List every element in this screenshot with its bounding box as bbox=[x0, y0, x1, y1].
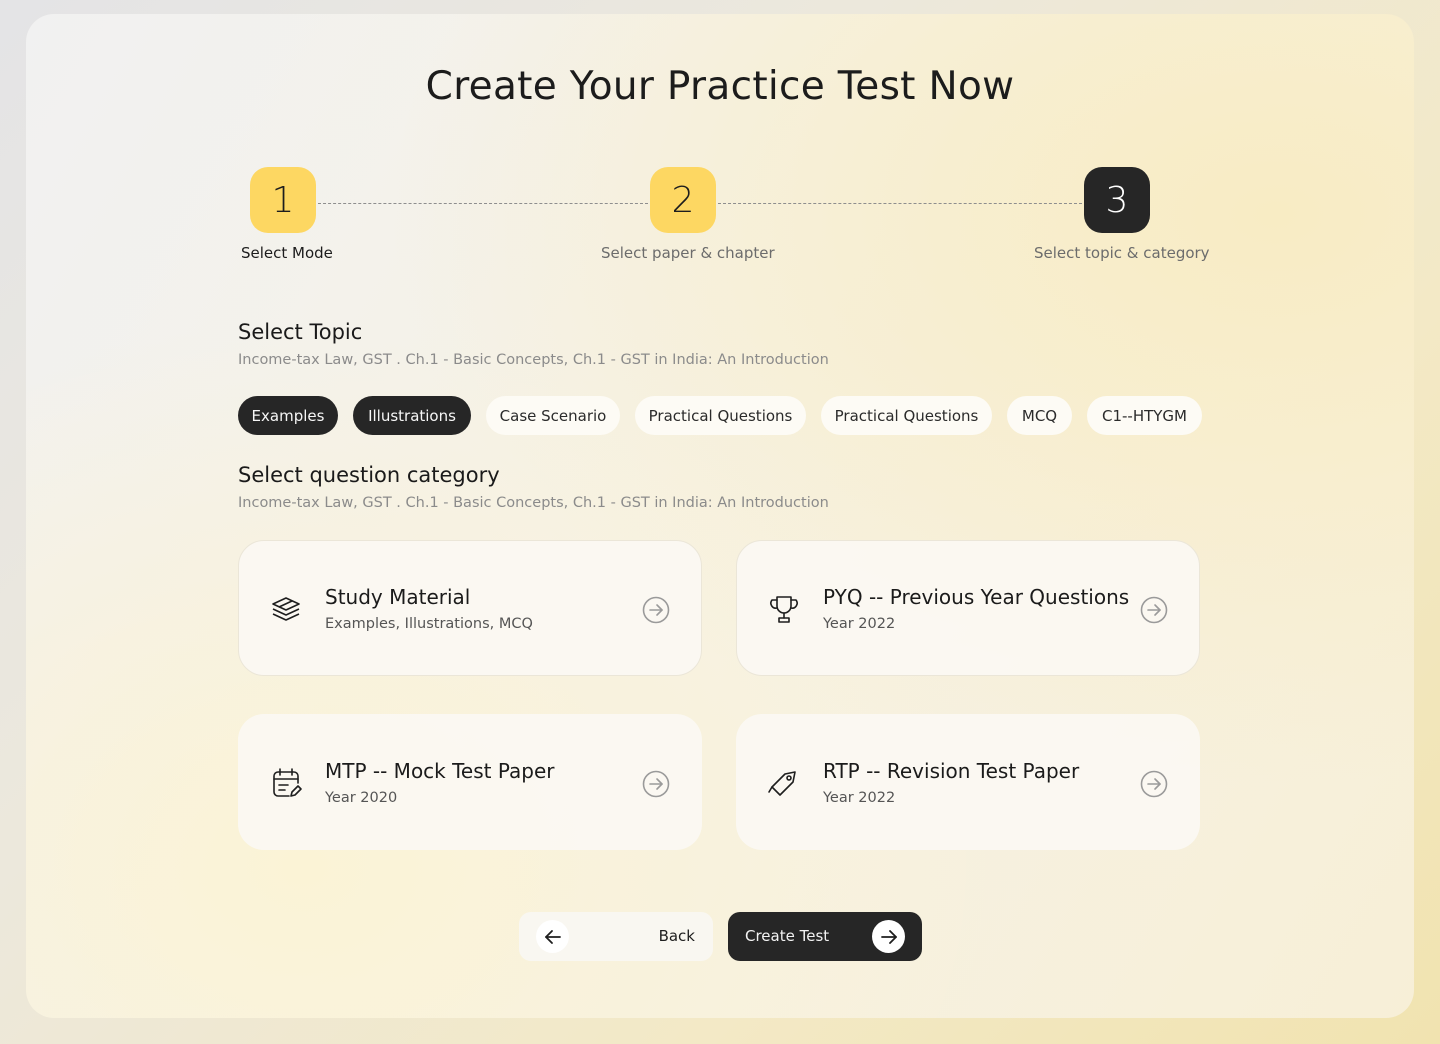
category-section-subtitle: Income-tax Law, GST . Ch.1 - Basic Conce… bbox=[238, 495, 829, 511]
step-1-badge[interactable]: 1 bbox=[250, 167, 316, 233]
category-card-mtp[interactable]: MTP -- Mock Test Paper Year 2020 bbox=[238, 714, 702, 850]
arrow-right-circle-icon[interactable] bbox=[1139, 769, 1169, 799]
topic-section-title: Select Topic bbox=[238, 320, 363, 344]
step-2-badge[interactable]: 2 bbox=[650, 167, 716, 233]
create-test-button-label: Create Test bbox=[745, 927, 830, 945]
card-title: MTP -- Mock Test Paper bbox=[325, 759, 555, 783]
topic-chip-c1-htygm[interactable]: C1--HTYGM bbox=[1087, 396, 1202, 435]
back-button-label: Back bbox=[658, 927, 695, 945]
step-1-label: Select Mode bbox=[241, 244, 333, 262]
card-title: RTP -- Revision Test Paper bbox=[823, 759, 1080, 783]
card-title: Study Material bbox=[325, 585, 471, 609]
layers-icon bbox=[272, 597, 300, 621]
step-connector-1 bbox=[318, 203, 648, 204]
calendar-edit-icon bbox=[273, 768, 302, 797]
card-subtitle: Year 2022 bbox=[823, 790, 896, 806]
topic-chip-case-scenario[interactable]: Case Scenario bbox=[486, 396, 620, 435]
card-subtitle: Year 2020 bbox=[325, 790, 398, 806]
card-subtitle: Examples, Illustrations, MCQ bbox=[325, 616, 533, 632]
topic-chip-examples[interactable]: Examples bbox=[238, 396, 338, 435]
card-title: PYQ -- Previous Year Questions bbox=[823, 585, 1130, 609]
arrow-right-circle-icon[interactable] bbox=[641, 595, 671, 625]
category-card-study-material[interactable]: Study Material Examples, Illustrations, … bbox=[238, 540, 702, 676]
create-icon-circle bbox=[872, 920, 905, 953]
arrow-right-icon bbox=[880, 929, 897, 944]
step-connector-2 bbox=[718, 203, 1082, 204]
step-3-badge[interactable]: 3 bbox=[1084, 167, 1150, 233]
card-subtitle: Year 2022 bbox=[823, 616, 896, 632]
topic-chip-illustrations[interactable]: Illustrations bbox=[353, 396, 471, 435]
main-panel bbox=[26, 14, 1414, 1018]
arrow-left-icon bbox=[544, 929, 561, 944]
category-card-pyq[interactable]: PYQ -- Previous Year Questions Year 2022 bbox=[736, 540, 1200, 676]
step-2-label: Select paper & chapter bbox=[601, 244, 775, 262]
topic-section-subtitle: Income-tax Law, GST . Ch.1 - Basic Conce… bbox=[238, 352, 829, 368]
topic-chip-mcq[interactable]: MCQ bbox=[1007, 396, 1072, 435]
step-3-label: Select topic & category bbox=[1034, 244, 1210, 262]
back-button[interactable]: Back bbox=[519, 912, 713, 961]
trophy-icon bbox=[770, 596, 798, 623]
arrow-right-circle-icon[interactable] bbox=[1139, 595, 1169, 625]
page-title: Create Your Practice Test Now bbox=[425, 64, 1015, 109]
tag-icon bbox=[768, 771, 796, 796]
arrow-right-circle-icon[interactable] bbox=[641, 769, 671, 799]
topic-chip-practical-questions-1[interactable]: Practical Questions bbox=[635, 396, 806, 435]
topic-chip-practical-questions-2[interactable]: Practical Questions bbox=[821, 396, 992, 435]
create-test-button[interactable]: Create Test bbox=[728, 912, 922, 961]
back-icon-circle bbox=[536, 920, 569, 953]
category-card-rtp[interactable]: RTP -- Revision Test Paper Year 2022 bbox=[736, 714, 1200, 850]
category-section-title: Select question category bbox=[238, 463, 500, 487]
